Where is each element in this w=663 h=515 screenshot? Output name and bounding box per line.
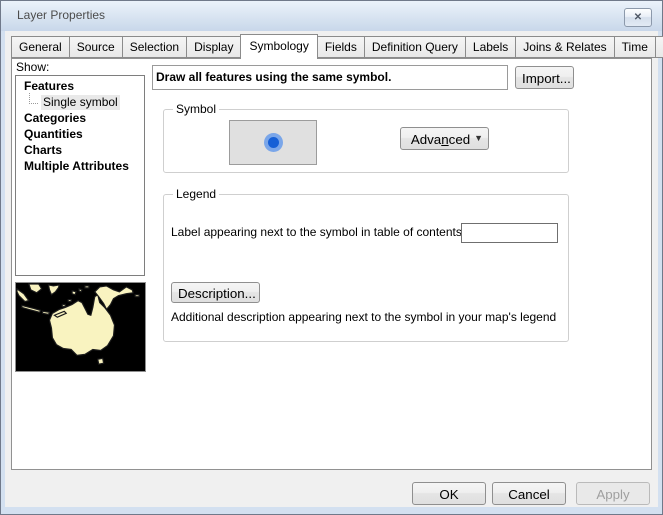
window-title: Layer Properties bbox=[17, 1, 105, 30]
tab-joins-relates[interactable]: Joins & Relates bbox=[515, 36, 614, 58]
show-item-label: Multiple Attributes bbox=[22, 159, 131, 174]
symbol-group-box: Symbol Advanced ▼ bbox=[163, 109, 569, 173]
show-item-label: Features bbox=[22, 79, 76, 94]
tab-symbology[interactable]: Symbology bbox=[240, 34, 317, 59]
ok-button[interactable]: OK bbox=[412, 482, 486, 505]
tab-source[interactable]: Source bbox=[69, 36, 123, 58]
close-icon: ✕ bbox=[634, 12, 642, 23]
show-item-single-symbol[interactable]: Single symbol bbox=[16, 95, 144, 111]
legend-group-box: Legend Label appearing next to the symbo… bbox=[163, 194, 569, 342]
map-preview-thumbnail bbox=[15, 282, 146, 372]
legend-label-caption: Label appearing next to the symbol in ta… bbox=[171, 225, 465, 239]
show-item-quantities[interactable]: Quantities bbox=[16, 127, 144, 143]
map-island bbox=[43, 311, 50, 314]
show-item-label: Quantities bbox=[22, 127, 85, 142]
legend-group-title: Legend bbox=[173, 187, 219, 201]
tab-general[interactable]: General bbox=[11, 36, 70, 58]
tab-display[interactable]: Display bbox=[186, 36, 241, 58]
show-item-categories[interactable]: Categories bbox=[16, 111, 144, 127]
legend-label-input[interactable] bbox=[461, 223, 558, 243]
layer-properties-dialog: Layer Properties ✕ GeneralSourceSelectio… bbox=[0, 0, 663, 515]
symbology-tab-page: Show: FeaturesSingle symbolCategoriesQua… bbox=[11, 58, 652, 470]
tab-selection[interactable]: Selection bbox=[122, 36, 187, 58]
map-preview-svg bbox=[16, 283, 145, 371]
map-island bbox=[79, 289, 82, 292]
legend-additional-caption: Additional description appearing next to… bbox=[171, 310, 556, 324]
dropdown-arrow-icon: ▼ bbox=[474, 128, 483, 149]
tab-fields[interactable]: Fields bbox=[317, 36, 365, 58]
map-tasmania bbox=[98, 358, 104, 364]
point-symbol-dot bbox=[268, 137, 279, 148]
close-button[interactable]: ✕ bbox=[624, 8, 652, 27]
tab-html-popup[interactable]: HTML Popup bbox=[655, 36, 663, 58]
tab-definition-query[interactable]: Definition Query bbox=[364, 36, 466, 58]
renderer-heading: Draw all features using the same symbol. bbox=[152, 65, 508, 90]
show-item-label: Categories bbox=[22, 111, 88, 126]
tab-strip: GeneralSourceSelectionDisplaySymbologyFi… bbox=[11, 33, 663, 58]
tab-labels[interactable]: Labels bbox=[465, 36, 516, 58]
dialog-client-area: GeneralSourceSelectionDisplaySymbologyFi… bbox=[5, 31, 658, 507]
description-button[interactable]: Description... bbox=[171, 282, 260, 303]
tab-time[interactable]: Time bbox=[614, 36, 656, 58]
map-island bbox=[68, 300, 71, 302]
symbol-group-title: Symbol bbox=[173, 102, 219, 116]
show-item-label: Charts bbox=[22, 143, 64, 158]
map-island bbox=[135, 295, 139, 297]
symbol-preview-button[interactable] bbox=[229, 120, 317, 165]
title-bar[interactable]: Layer Properties ✕ bbox=[1, 1, 662, 31]
show-item-multiple-attributes[interactable]: Multiple Attributes bbox=[16, 159, 144, 175]
import-button[interactable]: Import... bbox=[515, 66, 574, 89]
tree-branch-icon bbox=[29, 93, 38, 104]
show-item-charts[interactable]: Charts bbox=[16, 143, 144, 159]
show-list[interactable]: FeaturesSingle symbolCategoriesQuantitie… bbox=[15, 75, 145, 276]
cancel-button[interactable]: Cancel bbox=[492, 482, 566, 505]
map-island bbox=[72, 291, 76, 295]
apply-button[interactable]: Apply bbox=[576, 482, 650, 505]
advanced-label: Advanced bbox=[411, 132, 470, 147]
map-island bbox=[62, 305, 65, 307]
show-label: Show: bbox=[16, 60, 49, 74]
show-item-label: Single symbol bbox=[41, 95, 120, 110]
advanced-dropdown-button[interactable]: Advanced ▼ bbox=[400, 127, 489, 150]
map-island bbox=[85, 286, 89, 288]
